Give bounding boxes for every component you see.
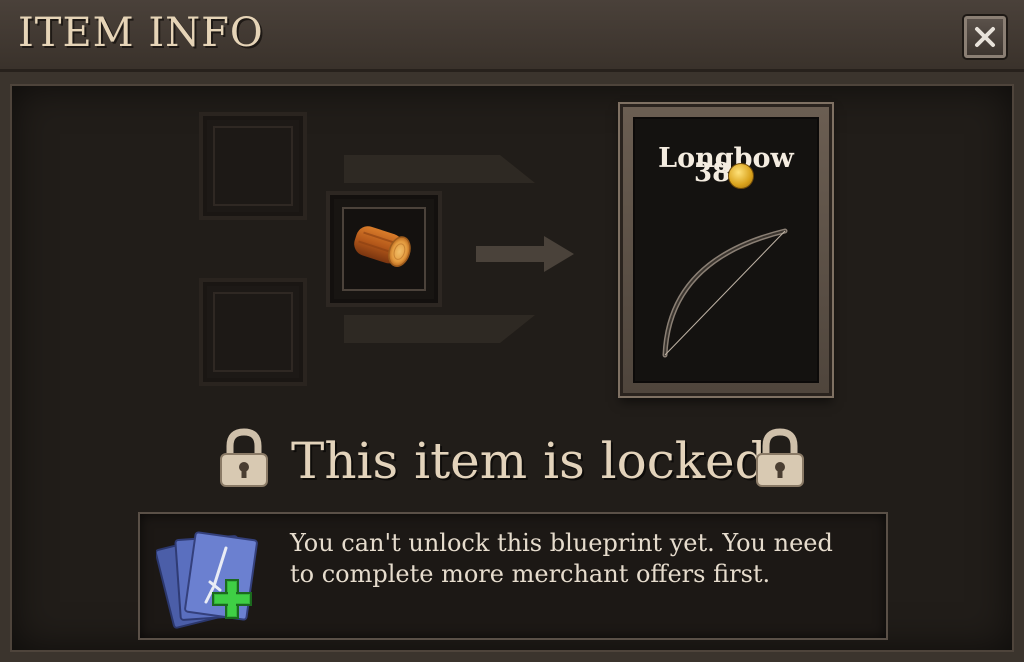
log-icon bbox=[354, 226, 411, 267]
close-icon bbox=[975, 27, 995, 47]
blueprint-icon bbox=[156, 531, 258, 629]
ingredient-slot-empty[interactable] bbox=[203, 282, 303, 382]
ingredient-slot-log[interactable] bbox=[330, 195, 438, 303]
title-bar: ITEM INFO bbox=[0, 0, 1024, 72]
result-card-inner: Longbow bbox=[633, 117, 819, 383]
item-price: 38 bbox=[694, 158, 731, 188]
result-item-card[interactable]: Longbow bbox=[620, 104, 832, 396]
ingredient-slot-empty[interactable] bbox=[203, 116, 303, 216]
locked-heading: This item is locked bbox=[291, 432, 767, 490]
unlock-message: You can't unlock this blueprint yet. You… bbox=[290, 529, 833, 588]
lock-icon bbox=[756, 428, 804, 487]
gold-coin-icon bbox=[728, 163, 754, 189]
recipe-arrow bbox=[476, 236, 574, 272]
recipe-arrow-faded bbox=[344, 155, 535, 183]
window-title: ITEM INFO bbox=[18, 10, 264, 56]
lock-icon bbox=[220, 428, 268, 487]
locked-status: This item is locked bbox=[0, 428, 1024, 498]
unlock-message-box: You can't unlock this blueprint yet. You… bbox=[138, 512, 888, 640]
item-info-window: ITEM INFO Longbow 38 This item is locked… bbox=[0, 0, 1024, 662]
close-button[interactable] bbox=[964, 16, 1006, 58]
recipe-arrow-faded bbox=[344, 315, 535, 343]
